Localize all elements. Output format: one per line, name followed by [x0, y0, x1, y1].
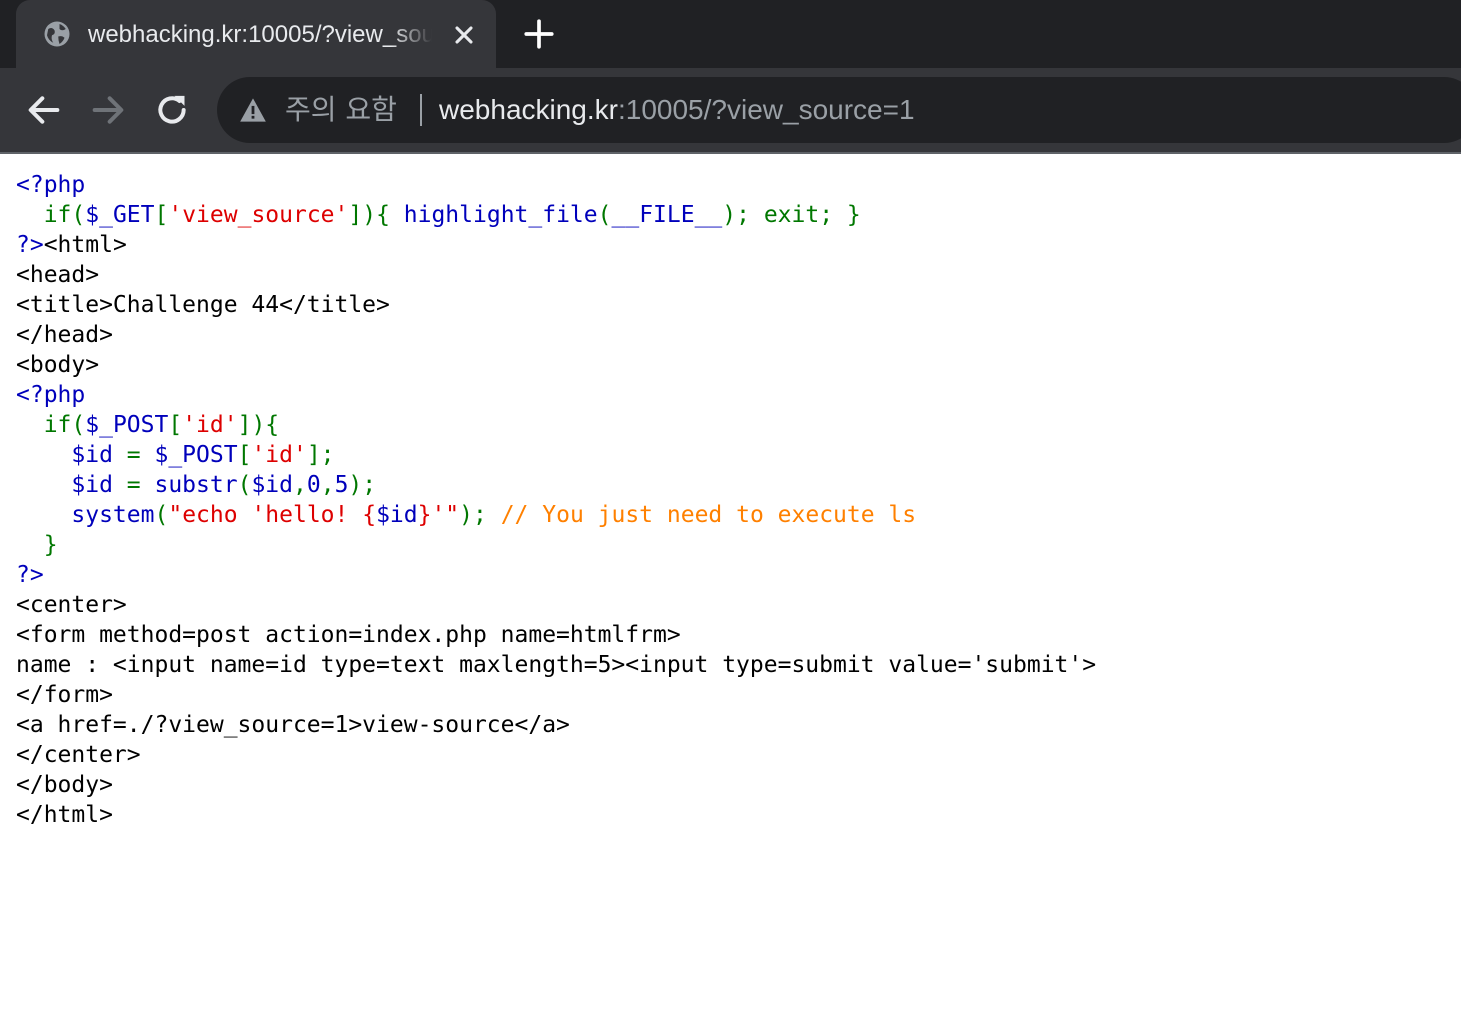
code-token: ]; — [306, 442, 335, 468]
url-host: webhacking.kr — [439, 94, 618, 125]
code-token: 0 — [306, 472, 321, 498]
code-line: if($_POST['id']){ — [16, 410, 1096, 440]
code-token: // You just need to execute ls — [500, 502, 917, 528]
code-token: <form method=post action=index.php name=… — [16, 622, 681, 648]
code-line: } — [16, 530, 1096, 560]
browser-toolbar: 주의 요함 webhacking.kr:10005/?view_source=1 — [0, 68, 1461, 152]
code-token: ?> — [16, 562, 44, 588]
code-token: ]){ — [237, 412, 280, 438]
tab-title: webhacking.kr:10005/?view_source=1 — [88, 21, 432, 48]
code-token: <title>Challenge 44</title> — [16, 292, 390, 318]
code-line: name : <input name=id type=text maxlengt… — [16, 650, 1096, 680]
code-line: $id = $_POST['id']; — [16, 440, 1096, 470]
code-line: system("echo 'hello! {$id}'"); // You ju… — [16, 500, 1096, 530]
code-token: name : <input name=id type=text maxlengt… — [16, 652, 1097, 678]
address-bar[interactable]: 주의 요함 webhacking.kr:10005/?view_source=1 — [217, 77, 1461, 143]
code-token: ]){ — [348, 202, 404, 228]
code-token: ( — [154, 502, 169, 528]
code-token: </form> — [16, 682, 113, 708]
code-token: = — [126, 442, 155, 468]
code-token: if( — [16, 412, 86, 438]
code-token: if( — [16, 202, 86, 228]
code-line: <center> — [16, 590, 1096, 620]
code-token: highlight_file — [403, 202, 598, 228]
code-token: $id — [376, 502, 418, 528]
code-line: <head> — [16, 260, 1096, 290]
code-line: <?php — [16, 170, 1096, 200]
code-token: 'view_source' — [168, 202, 349, 228]
omnibox-divider — [420, 94, 422, 126]
code-token: ); exit; } — [722, 202, 861, 228]
code-line: <?php — [16, 380, 1096, 410]
code-line: </form> — [16, 680, 1096, 710]
code-token: ( — [237, 472, 252, 498]
code-token: ?> — [16, 232, 44, 258]
code-token: [ — [237, 442, 252, 468]
code-line: </head> — [16, 320, 1096, 350]
code-line: <form method=post action=index.php name=… — [16, 620, 1096, 650]
code-token: $id — [71, 472, 127, 498]
code-line: ?> — [16, 560, 1096, 590]
code-token: , — [320, 472, 335, 498]
plus-icon[interactable] — [522, 17, 556, 51]
code-token: </html> — [16, 802, 113, 828]
security-status-label[interactable]: 주의 요함 — [285, 77, 397, 143]
code-line: </html> — [16, 800, 1096, 830]
code-token: <body> — [16, 352, 100, 378]
reload-icon[interactable] — [152, 90, 192, 130]
code-token: $id — [251, 472, 293, 498]
warning-icon[interactable] — [239, 97, 267, 123]
code-token: <?php — [16, 382, 86, 408]
code-token: $_GET — [85, 202, 155, 228]
code-token: 5 — [334, 472, 349, 498]
code-token: ( — [597, 202, 612, 228]
url-text[interactable]: webhacking.kr:10005/?view_source=1 — [439, 77, 915, 143]
code-token: <center> — [16, 592, 127, 618]
code-line: <a href=./?view_source=1>view-source</a> — [16, 710, 1096, 740]
browser-tab[interactable]: webhacking.kr:10005/?view_source=1 — [16, 0, 496, 68]
code-token: $_POST — [85, 412, 169, 438]
code-line: if($_GET['view_source']){ highlight_file… — [16, 200, 1096, 230]
tab-strip: webhacking.kr:10005/?view_source=1 — [0, 0, 1461, 68]
code-token: } — [16, 532, 58, 558]
code-token: [ — [154, 202, 169, 228]
arrow-left-icon[interactable] — [24, 90, 64, 130]
code-line: ?><html> — [16, 230, 1096, 260]
code-line: $id = substr($id,0,5); — [16, 470, 1096, 500]
code-line: <title>Challenge 44</title> — [16, 290, 1096, 320]
code-line: </body> — [16, 770, 1096, 800]
code-token: </head> — [16, 322, 113, 348]
code-token: "echo 'hello! { — [168, 502, 377, 528]
code-token: <a href=./?view_source=1>view-source</a> — [16, 712, 570, 738]
code-token: 'id' — [182, 412, 238, 438]
code-token: <head> — [16, 262, 100, 288]
code-token: , — [292, 472, 307, 498]
code-line: <body> — [16, 350, 1096, 380]
page-content: <?php if($_GET['view_source']){ highligh… — [0, 154, 1461, 1015]
code-token: ); — [348, 472, 377, 498]
code-token: system — [71, 502, 155, 528]
code-token: </center> — [16, 742, 141, 768]
code-token: __FILE__ — [611, 202, 723, 228]
code-token: </body> — [16, 772, 113, 798]
code-token: <html> — [43, 232, 127, 258]
arrow-right-icon[interactable] — [88, 90, 128, 130]
code-token: substr — [154, 472, 238, 498]
highlighted-source-code: <?php if($_GET['view_source']){ highligh… — [16, 170, 1096, 830]
code-token: <?php — [16, 172, 86, 198]
code-token: 'id' — [251, 442, 307, 468]
code-token: = — [126, 472, 155, 498]
url-path: :10005/?view_source=1 — [617, 94, 915, 125]
code-token: }'" — [417, 502, 460, 528]
code-token: $id — [71, 442, 127, 468]
code-line: </center> — [16, 740, 1096, 770]
close-icon[interactable] — [450, 21, 478, 49]
code-token: ); — [459, 502, 501, 528]
code-token: [ — [168, 412, 183, 438]
globe-icon — [44, 21, 70, 47]
code-token: $_POST — [154, 442, 238, 468]
